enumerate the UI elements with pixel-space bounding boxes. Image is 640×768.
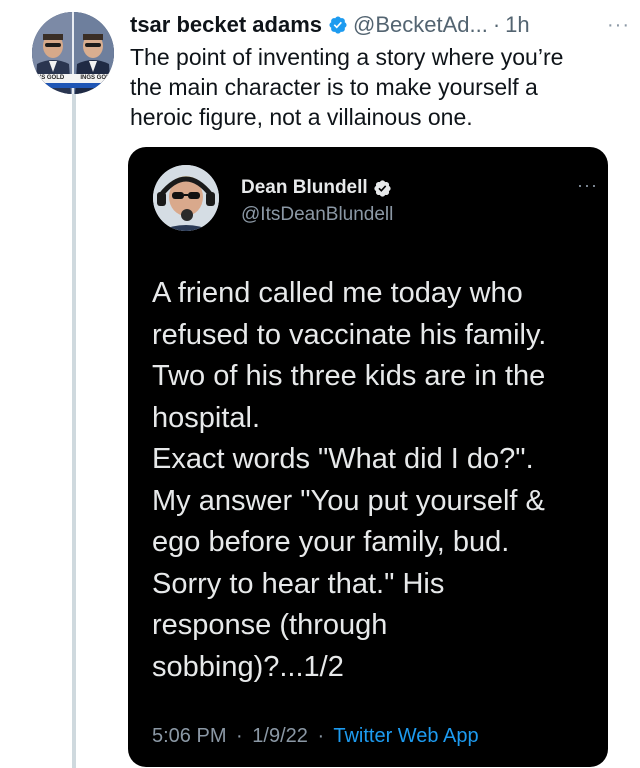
quoted-text-line: My answer "You put yourself & bbox=[152, 484, 545, 517]
quoted-text-line: refused to vaccinate his family. bbox=[152, 318, 547, 351]
tweet-text-line: heroic figure, not a villainous one. bbox=[130, 104, 473, 130]
quoted-tweet-meta: 5:06 PM · 1/9/22 · Twitter Web App bbox=[152, 725, 479, 748]
tweet-text-line: the main character is to make yourself a bbox=[130, 74, 538, 100]
thread-connector-line bbox=[72, 88, 76, 768]
quoted-text-line: Sorry to hear that." His bbox=[152, 567, 445, 600]
tweet-text-line: The point of inventing a story where you… bbox=[130, 44, 564, 70]
quoted-more-horizontal-icon[interactable]: ··· bbox=[577, 175, 598, 196]
more-horizontal-icon[interactable]: ··· bbox=[607, 14, 630, 37]
quoted-text-line: hospital. bbox=[152, 401, 261, 434]
author-avatar[interactable]: 'S GOLD INGS GOI bbox=[32, 12, 114, 94]
quoted-author-handle[interactable]: @ItsDeanBlundell bbox=[241, 204, 393, 226]
quoted-text-line: sobbing)?...1/2 bbox=[152, 650, 344, 683]
quoted-tweet-card[interactable]: Dean Blundell @ItsDeanBlundell ··· A fri… bbox=[128, 147, 608, 767]
quoted-text-line: Exact words "What did I do?". bbox=[152, 443, 534, 475]
quoted-source-link[interactable]: Twitter Web App bbox=[333, 725, 478, 747]
quoted-meta-separator: · bbox=[317, 725, 325, 747]
quoted-text-line: Two of his three kids are in the bbox=[152, 360, 546, 392]
tweet-time[interactable]: 1h bbox=[505, 12, 529, 38]
quoted-avatar-image bbox=[153, 165, 219, 231]
quoted-text-line: response (through bbox=[152, 609, 388, 641]
quoted-date[interactable]: 1/9/22 bbox=[252, 725, 308, 747]
quoted-verified-badge-icon bbox=[374, 179, 391, 197]
quoted-author-name-row: Dean Blundell bbox=[241, 177, 392, 199]
tweet-header: tsar becket adams @BecketAd... · 1h ··· bbox=[130, 9, 630, 41]
quoted-meta-separator: · bbox=[236, 725, 243, 747]
quoted-text-line: A friend called me today who bbox=[152, 277, 523, 309]
quoted-author-avatar[interactable] bbox=[153, 165, 219, 231]
header-separator: · bbox=[492, 12, 501, 37]
quoted-tweet-text: A friend called me today who refused to … bbox=[152, 273, 597, 688]
author-name[interactable]: tsar becket adams bbox=[130, 12, 322, 38]
quoted-time[interactable]: 5:06 PM bbox=[152, 725, 226, 747]
quoted-author-name[interactable]: Dean Blundell bbox=[241, 177, 368, 199]
verified-badge-icon bbox=[329, 16, 347, 34]
author-handle[interactable]: @BecketAd... bbox=[353, 12, 488, 38]
avatar-caption-right: INGS GOI bbox=[80, 75, 108, 81]
avatar-caption-left: 'S GOLD bbox=[39, 75, 65, 81]
tweet-text: The point of inventing a story where you… bbox=[130, 42, 630, 132]
quoted-text-line: ego before your family, bud. bbox=[152, 526, 510, 558]
